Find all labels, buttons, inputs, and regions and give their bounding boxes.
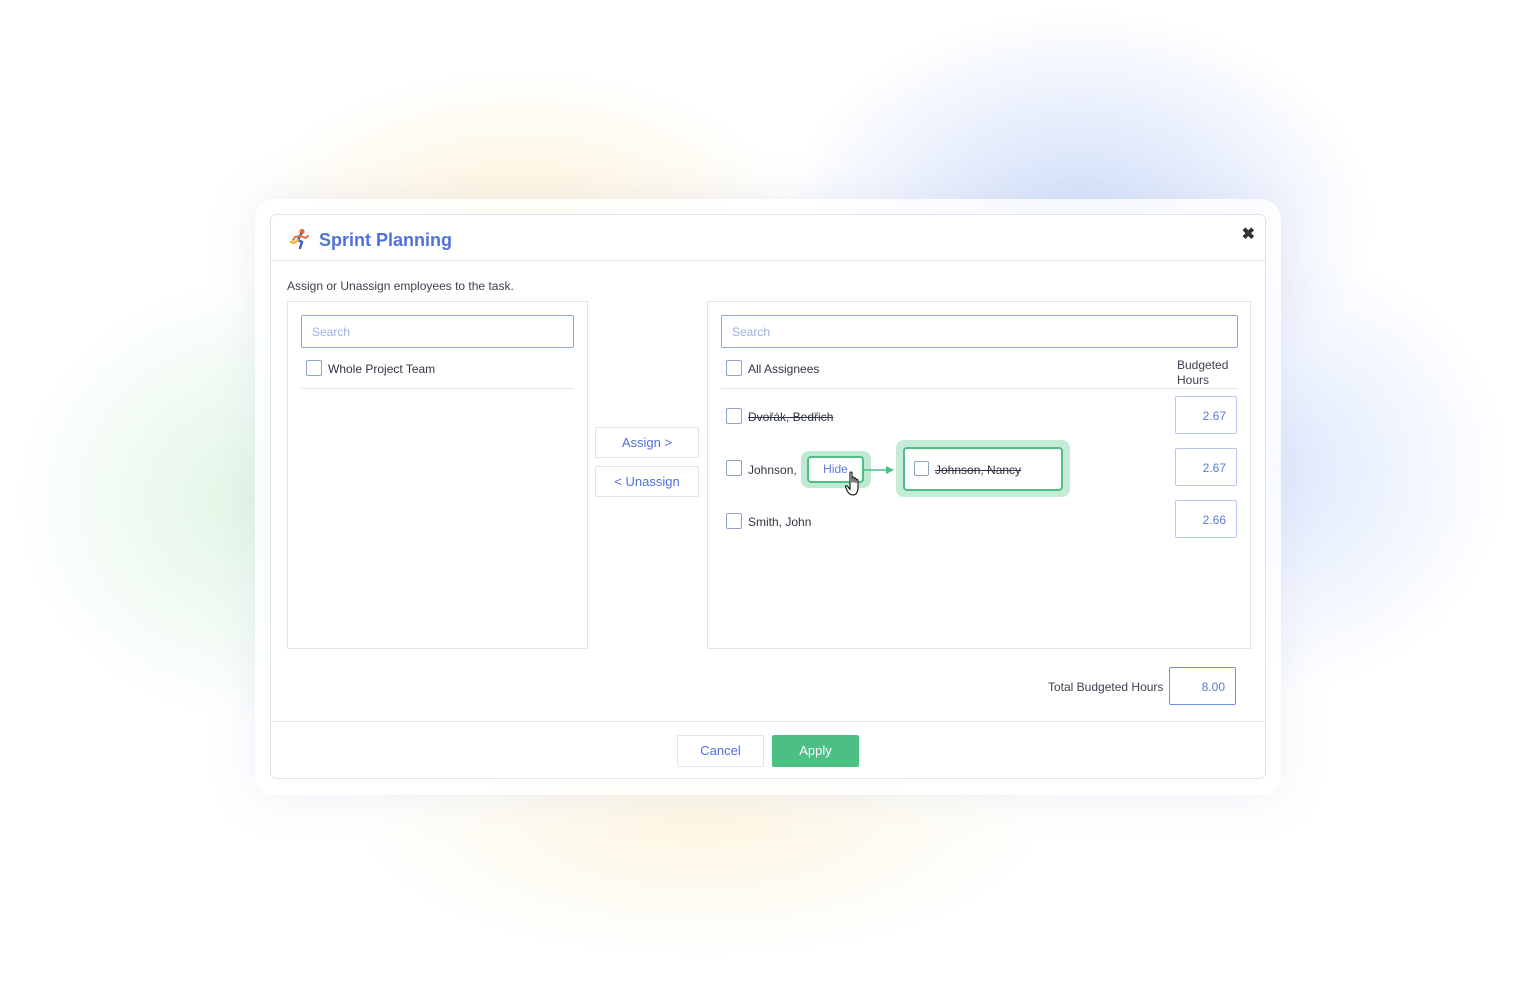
whole-team-label: Whole Project Team (328, 362, 436, 376)
footer-divider (271, 721, 1265, 722)
hidden-assignee-preview: Johnson, Nancy (903, 447, 1063, 491)
all-assignees-checkbox[interactable] (726, 360, 742, 376)
unassign-button[interactable]: < Unassign (595, 466, 699, 497)
total-budgeted-hours-label: Total Budgeted Hours (1048, 680, 1164, 694)
hours-input[interactable]: 2.66 (1175, 500, 1237, 538)
header-line: Budgeted (1177, 358, 1229, 372)
divider (301, 388, 574, 389)
runner-icon (289, 228, 309, 250)
instructions-text: Assign or Unassign employees to the task… (287, 279, 514, 293)
team-search-input[interactable] (301, 315, 574, 348)
divider (721, 388, 1238, 389)
project-team-panel: Whole Project Team (287, 301, 588, 649)
dialog-header: Sprint Planning ✖ (271, 215, 1265, 261)
assignee-name: Smith, John (748, 515, 812, 529)
arrow-right-icon (863, 466, 894, 474)
hours-input[interactable]: 2.67 (1175, 396, 1237, 434)
sprint-planning-dialog: Sprint Planning ✖ Assign or Unassign emp… (270, 214, 1266, 779)
assign-button[interactable]: Assign > (595, 427, 699, 458)
header-line: Hours (1177, 373, 1210, 387)
dialog-title: Sprint Planning (319, 230, 452, 250)
close-icon[interactable]: ✖ (1242, 227, 1255, 243)
apply-button[interactable]: Apply (772, 735, 859, 767)
preview-name: Johnson, Nancy (935, 463, 1022, 477)
cancel-button[interactable]: Cancel (677, 735, 764, 767)
hours-input[interactable]: 2.67 (1175, 448, 1237, 486)
all-assignees-label: All Assignees (748, 362, 820, 376)
budgeted-hours-header: Budgeted Hours (1177, 358, 1228, 388)
row-checkbox[interactable] (726, 408, 742, 424)
assignee-name: Dvořák, Bedřich (748, 410, 834, 424)
assignees-search-input[interactable] (721, 315, 1238, 348)
row-checkbox[interactable] (726, 460, 742, 476)
total-budgeted-hours-value: 8.00 (1169, 667, 1236, 705)
whole-team-checkbox[interactable] (306, 360, 322, 376)
preview-checkbox (914, 461, 929, 476)
pointer-cursor-icon (845, 471, 859, 496)
row-checkbox[interactable] (726, 513, 742, 529)
assignee-name: Johnson, N (748, 463, 809, 477)
